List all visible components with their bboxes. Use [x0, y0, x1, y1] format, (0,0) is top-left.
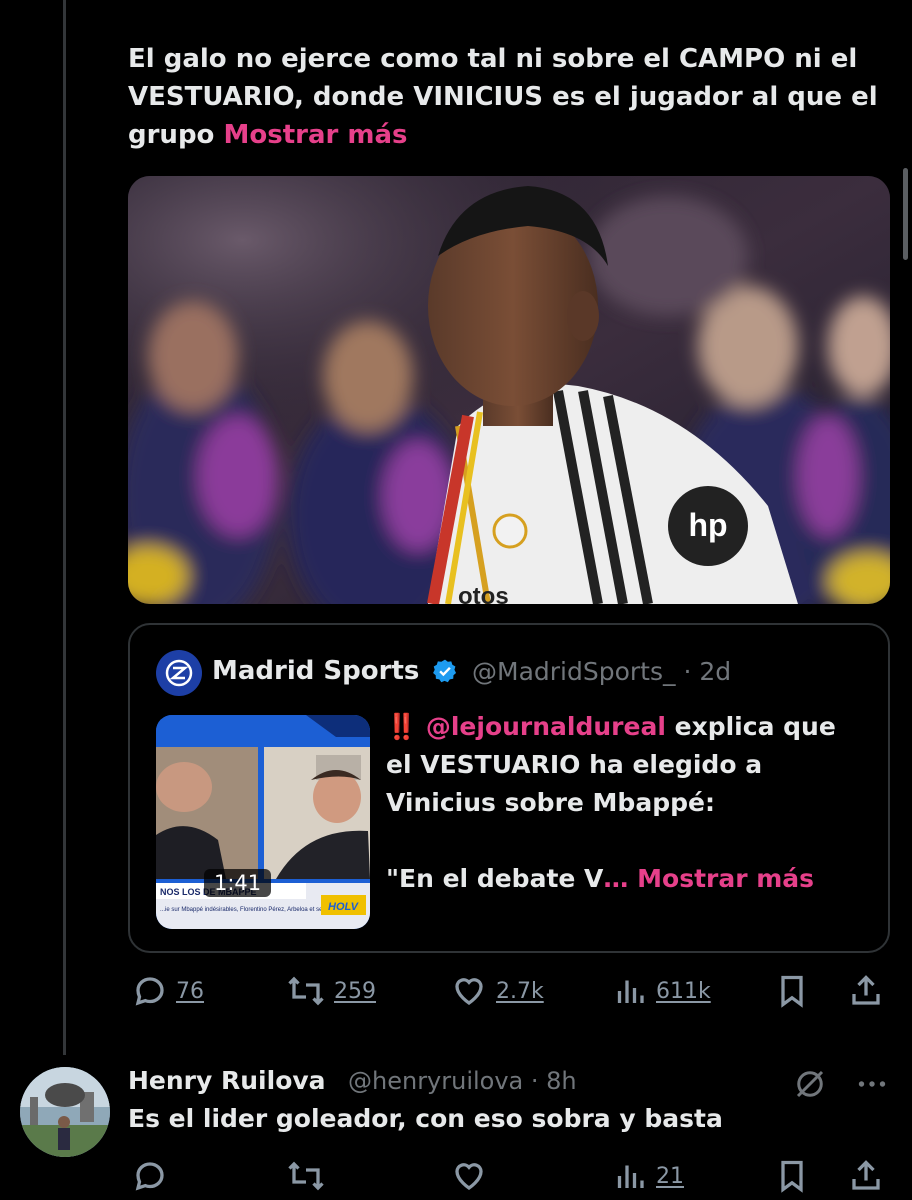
reply-handle-time: @henryruilova · 8h: [348, 1067, 577, 1095]
grok-icon[interactable]: [792, 1066, 828, 1102]
views-button[interactable]: 611k: [612, 973, 711, 1009]
video-duration: 1:41: [204, 869, 272, 897]
bookmark-icon: [781, 975, 803, 1008]
reply-icon: [135, 977, 164, 1006]
double-exclamation-emoji: ‼️: [386, 712, 418, 741]
svg-text:hp: hp: [688, 507, 727, 543]
player-photo: hp otos: [128, 176, 890, 604]
reply-bookmark-button[interactable]: [774, 1158, 810, 1194]
tweet-action-bar: 76 259 2.7k 611k: [128, 973, 890, 1013]
quoted-ellipsis: …: [603, 864, 629, 893]
mention-link[interactable]: @lejournaldureal: [426, 712, 666, 741]
reply-icon: [135, 1162, 164, 1191]
quoted-show-more-link[interactable]: Mostrar más: [637, 864, 814, 893]
reply-share-button[interactable]: [848, 1158, 884, 1194]
bookmark-button[interactable]: [774, 973, 810, 1009]
bookmark-icon: [781, 1160, 803, 1193]
reply-repost-button[interactable]: [286, 1158, 326, 1194]
avatar-photo: [20, 1067, 110, 1157]
repost-icon: [288, 1161, 324, 1191]
share-button[interactable]: [848, 973, 884, 1009]
scrollbar[interactable]: [903, 168, 908, 260]
more-options-icon[interactable]: [852, 1066, 892, 1102]
quoted-account-avatar[interactable]: [156, 650, 202, 696]
tweet-text: El galo no ejerce como tal ni sobre el C…: [128, 40, 888, 154]
quoted-tweet[interactable]: Madrid Sports @MadridSports_ · 2d NOS LO…: [128, 623, 890, 953]
thread-connector-line: [63, 0, 66, 1055]
repost-button[interactable]: 259: [286, 973, 376, 1009]
repost-icon: [288, 976, 324, 1006]
video-logo-text: HOLV: [328, 901, 360, 913]
analytics-icon: [617, 1165, 644, 1188]
reply-like-button[interactable]: [450, 1158, 488, 1194]
reply-count: 76: [176, 978, 204, 1004]
share-icon: [852, 975, 880, 1005]
reply-view-count: 21: [656, 1163, 684, 1189]
heart-icon: [455, 1163, 483, 1190]
share-icon: [852, 1160, 880, 1190]
jersey-text: otos: [458, 583, 509, 604]
reply-account-name[interactable]: Henry Ruilova: [128, 1066, 326, 1095]
reply-reply-button[interactable]: [132, 1158, 168, 1194]
show-more-link[interactable]: Mostrar más: [223, 120, 407, 150]
repost-count: 259: [334, 978, 376, 1004]
reply-avatar[interactable]: [20, 1067, 110, 1157]
reply-action-bar: 21: [128, 1158, 890, 1198]
reply-button[interactable]: 76: [132, 973, 204, 1009]
reply-views-button[interactable]: 21: [612, 1158, 684, 1194]
quoted-account-name[interactable]: Madrid Sports: [212, 656, 419, 686]
analytics-icon: [617, 980, 644, 1003]
like-count: 2.7k: [496, 978, 544, 1004]
quoted-truncated-text: "En el debate V: [386, 864, 604, 893]
heart-icon: [455, 978, 483, 1005]
view-count: 611k: [656, 978, 711, 1004]
tweet-media-image[interactable]: hp otos: [128, 176, 890, 604]
video-thumbnail[interactable]: NOS LOS DE MBAPPÉ ...ie sur Mbappé indés…: [156, 715, 370, 929]
quoted-tweet-text: ‼️ @lejournaldureal explica que el VESTU…: [386, 708, 856, 898]
madrid-sports-logo-icon: [165, 659, 193, 687]
quoted-handle-time: @MadridSports_ · 2d: [472, 657, 732, 686]
like-button[interactable]: 2.7k: [450, 973, 544, 1009]
verified-badge-icon: [433, 659, 457, 683]
reply-text: Es el lider goleador, con eso sobra y ba…: [128, 1104, 723, 1133]
